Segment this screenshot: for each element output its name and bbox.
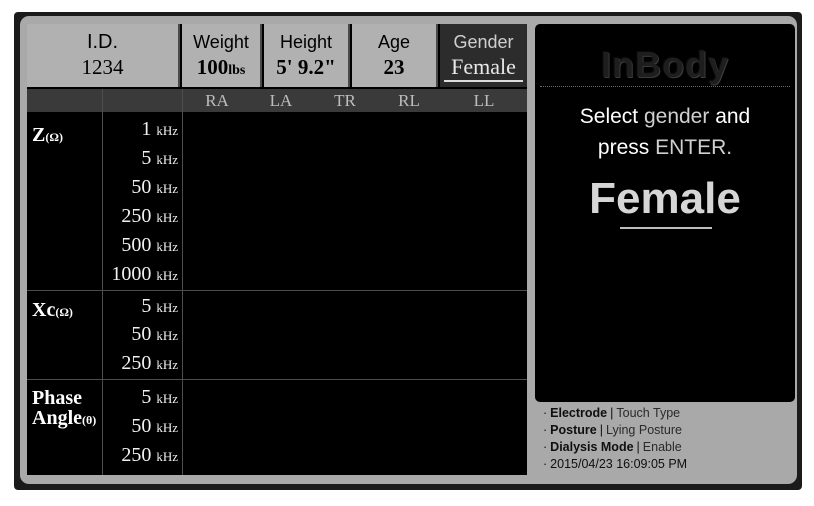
inbody-logo: InBody	[601, 44, 729, 85]
status-info: · Electrode | Touch Type · Posture | Lying Pos…	[543, 405, 798, 473]
height-label: Height	[279, 32, 333, 52]
gender-field[interactable]: Gender Female	[440, 24, 527, 87]
z-freq-row: 50 kHz	[131, 176, 178, 198]
phase-freq-row: 50 kHz	[131, 415, 178, 437]
group-label-xc: Xc(Ω)	[32, 299, 73, 321]
height-field[interactable]: Height 5' 9.2"	[264, 24, 350, 87]
instruction-text: Select gender and press ENTER.	[579, 105, 751, 159]
id-value: 1234	[81, 55, 124, 79]
table-divider	[102, 89, 103, 475]
instruction-panel: InBody Select gender and press ENTER. Fe…	[535, 24, 795, 402]
id-label: I.D.	[86, 31, 119, 53]
selected-gender[interactable]: Female	[535, 174, 795, 224]
table-divider	[182, 89, 183, 475]
group-label-phase-angle: Phase Angle(θ)	[32, 387, 97, 429]
electrode-status: · Electrode | Touch Type	[543, 406, 681, 420]
column-tr: TR	[334, 91, 356, 110]
gender-label: Gender	[453, 32, 514, 52]
xc-freq-row: 5 kHz	[141, 295, 178, 317]
weight-label: Weight	[193, 32, 249, 52]
weight-value: 100	[196, 55, 229, 79]
selected-gender-underline	[620, 227, 712, 229]
xc-freq-row: 50 kHz	[131, 323, 178, 345]
z-freq-row: 500 kHz	[121, 234, 178, 256]
xc-freq-row: 250 kHz	[121, 352, 178, 374]
z-freq-row: 1000 kHz	[111, 263, 178, 285]
posture-status: · Posture | Lying Posture	[543, 423, 682, 437]
column-ll: LL	[473, 91, 495, 110]
z-freq-row: 250 kHz	[121, 205, 178, 227]
gender-value: Female	[451, 54, 516, 79]
z-freq-row: 5 kHz	[141, 147, 178, 169]
age-label: Age	[377, 32, 411, 52]
group-divider	[27, 379, 527, 380]
phase-freq-row: 250 kHz	[121, 444, 178, 466]
group-divider	[27, 290, 527, 291]
column-ra: RA	[205, 91, 229, 110]
datetime: · 2015/04/23 16:09:05 PM	[543, 457, 688, 471]
gender-underline	[444, 80, 523, 82]
group-label-z: Z(Ω)	[32, 124, 63, 146]
logo-divider	[540, 86, 790, 87]
height-value: 5' 9.2"	[276, 55, 336, 79]
age-field[interactable]: Age 23	[352, 24, 438, 87]
dialysis-status: · Dialysis Mode | Enable	[543, 440, 682, 454]
age-value: 23	[383, 55, 405, 79]
z-freq-row: 1 kHz	[141, 118, 178, 140]
column-la: LA	[269, 91, 293, 110]
weight-field[interactable]: Weight 100lbs	[182, 24, 262, 87]
measurement-screen: I.D. 1234 Weight 100lbs Height 5' 9.2" A…	[27, 24, 527, 475]
weight-unit: lbs	[228, 63, 246, 78]
column-rl: RL	[398, 91, 420, 110]
phase-freq-row: 5 kHz	[141, 386, 178, 408]
id-field[interactable]: I.D. 1234	[27, 24, 180, 87]
